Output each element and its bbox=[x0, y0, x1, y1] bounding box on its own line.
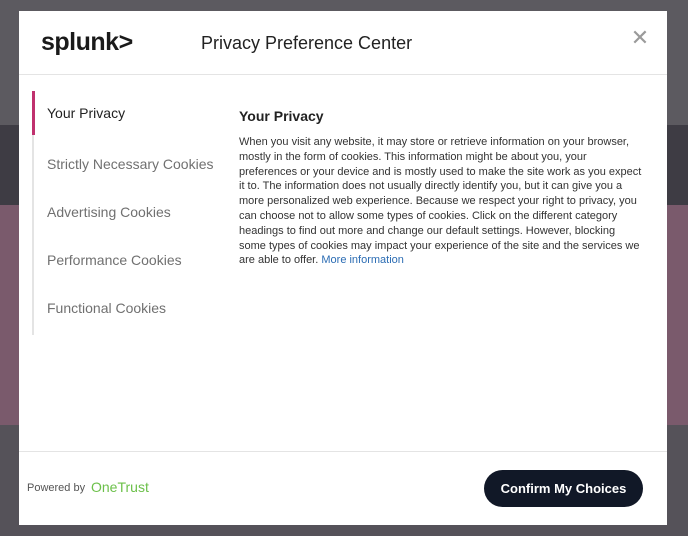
more-information-link[interactable]: More information bbox=[321, 254, 404, 266]
confirm-my-choices-button[interactable]: Confirm My Choices bbox=[484, 470, 643, 507]
tab-content-panel: Your Privacy When you visit any website,… bbox=[239, 108, 644, 268]
category-tab-list: Your Privacy Strictly Necessary Cookies … bbox=[32, 91, 229, 335]
tab-label: Functional Cookies bbox=[47, 300, 167, 316]
content-heading: Your Privacy bbox=[239, 108, 324, 124]
splunk-logo: splunk> bbox=[41, 28, 133, 56]
tab-your-privacy[interactable]: Your Privacy bbox=[32, 91, 227, 135]
tab-strictly-necessary-cookies[interactable]: Strictly Necessary Cookies bbox=[34, 142, 229, 186]
content-body: When you visit any website, it may store… bbox=[239, 136, 642, 267]
modal-footer: Powered by OneTrust Confirm My Choices bbox=[19, 451, 667, 526]
content-description: When you visit any website, it may store… bbox=[239, 135, 644, 268]
close-icon[interactable]: ✕ bbox=[629, 27, 651, 49]
onetrust-logo[interactable]: OneTrust bbox=[91, 479, 149, 495]
privacy-preference-modal: splunk> Privacy Preference Center ✕ Your… bbox=[19, 11, 667, 525]
tab-performance-cookies[interactable]: Performance Cookies bbox=[34, 238, 229, 282]
tab-advertising-cookies[interactable]: Advertising Cookies bbox=[34, 190, 229, 234]
powered-by-label: Powered by bbox=[27, 482, 86, 494]
tab-label: Your Privacy bbox=[47, 105, 126, 121]
tab-functional-cookies[interactable]: Functional Cookies bbox=[34, 286, 229, 330]
tab-label: Performance Cookies bbox=[47, 252, 182, 268]
tab-label: Advertising Cookies bbox=[47, 204, 171, 220]
modal-header: splunk> Privacy Preference Center ✕ bbox=[19, 11, 667, 75]
modal-title: Privacy Preference Center bbox=[201, 33, 413, 53]
tab-label: Strictly Necessary Cookies bbox=[47, 156, 214, 172]
